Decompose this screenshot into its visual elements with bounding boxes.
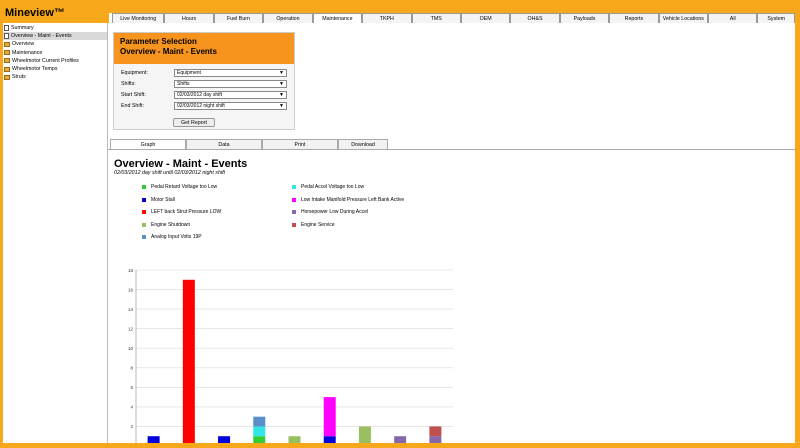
get-report-button[interactable]: Get Report xyxy=(173,118,215,127)
y-tick-label: 4 xyxy=(130,405,133,410)
bar-segment xyxy=(253,436,266,443)
y-tick-label: 2 xyxy=(130,424,133,429)
sidebar-item-label: Overview - Maint - Events xyxy=(11,33,72,40)
bar-segment xyxy=(323,436,336,443)
folder-icon xyxy=(4,41,10,47)
bar-segment xyxy=(394,436,407,443)
tab-all[interactable]: All xyxy=(708,13,758,23)
tab-tkph[interactable]: TKPH xyxy=(362,13,412,23)
y-tick-label: 10 xyxy=(128,346,134,351)
parameter-title: Parameter Selection xyxy=(120,37,197,46)
dropdown-arrow-icon: ▼ xyxy=(279,103,284,109)
folder-icon xyxy=(4,50,10,56)
document-icon xyxy=(4,33,9,40)
bar-segment xyxy=(323,397,336,437)
y-tick-label: 16 xyxy=(128,287,134,292)
shifts-row: Shifts: Shifts ▼ xyxy=(121,80,293,89)
main-content: Parameter Selection Overview - Maint - E… xyxy=(107,23,795,443)
tab-oh-s[interactable]: OH&S xyxy=(510,13,560,23)
sidebar-item-summary[interactable]: Summary xyxy=(3,24,107,32)
bar-segment xyxy=(182,279,195,443)
equipment-row: Equipment: Equipment ▼ xyxy=(121,69,293,78)
tab-maintenance[interactable]: Maintenance xyxy=(312,13,363,23)
app-title: Mineview™ xyxy=(3,3,109,23)
view-tab-download[interactable]: Download xyxy=(338,139,388,149)
start-shift-label: Start Shift: xyxy=(121,92,146,98)
dropdown-arrow-icon: ▼ xyxy=(279,70,284,76)
sidebar-item-label: Overview xyxy=(12,41,35,48)
bar-segment xyxy=(429,436,442,443)
shifts-value: Shifts xyxy=(177,81,190,87)
shifts-label: Shifts: xyxy=(121,81,136,87)
parameter-header: Parameter Selection Overview - Maint - E… xyxy=(114,33,294,64)
equipment-select[interactable]: Equipment ▼ xyxy=(174,69,287,77)
sidebar: Summary Overview - Maint - Events Overview… xyxy=(3,23,107,443)
sidebar-item-wheelmotor-current-profiles[interactable]: Wheelmotor Current Profiles xyxy=(3,57,107,65)
start-shift-row: Start Shift: 02/03/2012 day shift ▼ xyxy=(121,91,293,100)
sidebar-item-label: Maintenance xyxy=(12,49,43,56)
equipment-label: Equipment: xyxy=(121,70,148,76)
folder-icon xyxy=(4,58,10,64)
end-shift-value: 02/03/2012 night shift xyxy=(177,103,225,109)
view-tabs: Graph Data Print Download xyxy=(110,139,388,149)
tab-reports[interactable]: Reports xyxy=(609,13,659,23)
top-bar xyxy=(107,3,795,13)
tab-tms[interactable]: TMS xyxy=(411,13,461,23)
sidebar-item-label: Wheelmotor Temps xyxy=(12,66,58,72)
start-shift-select[interactable]: 02/03/2012 day shift ▼ xyxy=(174,91,287,99)
tab-operation[interactable]: Operation xyxy=(263,13,313,23)
tab-hours[interactable]: Hours xyxy=(164,13,214,23)
y-tick-label: 18 xyxy=(128,268,134,273)
equipment-value: Equipment xyxy=(177,70,201,76)
end-shift-row: End Shift: 02/03/2012 night shift ▼ xyxy=(121,102,293,111)
sidebar-item-struts[interactable]: Struts xyxy=(3,73,107,81)
view-tab-print[interactable]: Print xyxy=(262,139,338,149)
y-tick-label: 14 xyxy=(128,307,134,312)
tab-vehicle-locations[interactable]: Vehicle Locations xyxy=(658,13,709,23)
folder-icon xyxy=(4,66,10,72)
sidebar-item-maintenance[interactable]: Maintenance xyxy=(3,49,107,57)
shifts-select[interactable]: Shifts ▼ xyxy=(174,80,287,88)
document-icon xyxy=(4,25,9,31)
bar-segment xyxy=(218,436,231,443)
sidebar-item-overview[interactable]: Overview xyxy=(3,40,107,48)
tab-system[interactable]: System xyxy=(757,13,795,23)
parameter-panel: Parameter Selection Overview - Maint - E… xyxy=(113,32,295,130)
sidebar-item-wheelmotor-temps[interactable]: Wheelmotor Temps xyxy=(3,65,107,73)
sidebar-item-label: Wheelmotor Current Profiles xyxy=(12,57,79,64)
sidebar-item-label: Struts xyxy=(12,74,26,81)
end-shift-label: End Shift: xyxy=(121,103,144,109)
tab-fuel-burn[interactable]: Fuel Burn xyxy=(213,13,264,23)
y-tick-label: 12 xyxy=(128,326,134,331)
bar-segment xyxy=(358,426,371,443)
y-tick-label: 6 xyxy=(130,385,133,390)
bar-segment xyxy=(147,436,160,443)
chart-area: Overview - Maint - Events 02/03/2012 day… xyxy=(108,149,795,443)
view-tab-graph[interactable]: Graph xyxy=(110,139,186,149)
dropdown-arrow-icon: ▼ xyxy=(279,81,284,87)
tab-oem[interactable]: OEM xyxy=(460,13,511,23)
tab-live-monitoring[interactable]: Live Monitoring xyxy=(112,13,165,23)
sidebar-item-label: Summary xyxy=(11,25,34,31)
dropdown-arrow-icon: ▼ xyxy=(279,92,284,98)
report-name: Overview - Maint - Events xyxy=(120,47,217,56)
main-tabs: Live Monitoring Hours Fuel Burn Operation Ma… xyxy=(112,13,795,23)
view-tab-data[interactable]: Data xyxy=(186,139,262,149)
app-window: Mineview™ Live Monitoring Hours Fuel Burn O… xyxy=(3,3,795,443)
bar-segment xyxy=(288,436,301,443)
bar-chart: 024681012141618DT03DT05DT07DT11DT12DT13D… xyxy=(128,268,453,443)
tab-payloads[interactable]: Payloads xyxy=(559,13,610,23)
start-shift-value: 02/03/2012 day shift xyxy=(177,92,223,98)
bar-segment xyxy=(253,416,266,427)
bar-segment xyxy=(429,426,442,437)
end-shift-select[interactable]: 02/03/2012 night shift ▼ xyxy=(174,102,287,110)
sidebar-item-overview-maint-events[interactable]: Overview - Maint - Events xyxy=(3,32,107,41)
bar-segment xyxy=(253,426,266,437)
folder-icon xyxy=(4,74,10,80)
y-tick-label: 8 xyxy=(130,366,133,371)
